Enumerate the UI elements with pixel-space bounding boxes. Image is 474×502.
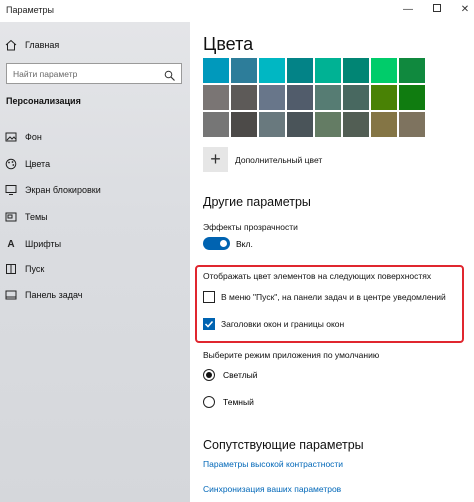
image-icon [5, 131, 17, 143]
swatch-row [203, 58, 425, 83]
sidebar-item-label: Панель задач [25, 290, 83, 300]
checkbox-box[interactable] [203, 291, 215, 303]
minimize-button[interactable]: — [401, 3, 415, 17]
color-swatch[interactable] [287, 58, 313, 83]
toggle-knob [220, 240, 227, 247]
font-icon: A [7, 238, 15, 250]
window-title: Параметры [6, 5, 54, 15]
color-swatch[interactable] [287, 85, 313, 110]
transparency-toggle[interactable]: Вкл. [203, 237, 253, 250]
start-icon [5, 263, 17, 275]
radio-label: Темный [223, 397, 254, 407]
app-mode-label: Выберите режим приложения по умолчанию [203, 350, 380, 360]
home-icon [5, 39, 17, 51]
color-swatch[interactable] [343, 85, 369, 110]
color-swatch[interactable] [231, 58, 257, 83]
sidebar-item-themes[interactable]: Темы [0, 206, 190, 228]
color-swatch[interactable] [371, 112, 397, 137]
color-swatch[interactable] [203, 85, 229, 110]
toggle-state-label: Вкл. [236, 238, 253, 249]
lock-screen-icon [5, 184, 17, 196]
color-swatch[interactable] [259, 112, 285, 137]
maximize-icon [433, 4, 441, 12]
radio-dark-mode[interactable]: Темный [203, 396, 254, 408]
radio-selected-dot [206, 372, 212, 378]
swatch-row [203, 112, 425, 137]
checkbox-title-bars[interactable]: Заголовки окон и границы окон [203, 318, 344, 330]
sidebar-item-home[interactable]: Главная [0, 34, 190, 56]
checkbox-box[interactable] [203, 318, 215, 330]
sidebar-section-title: Персонализация [6, 96, 81, 106]
radio-button[interactable] [203, 396, 215, 408]
color-swatch-grid [203, 58, 425, 139]
surfaces-label: Отображать цвет элементов на следующих п… [203, 271, 432, 281]
add-custom-color-button[interactable]: + Дополнительный цвет [203, 147, 322, 172]
swatch-row [203, 85, 425, 110]
sidebar-item-colors[interactable]: Цвета [0, 153, 190, 175]
sidebar-item-label: Шрифты [25, 239, 62, 249]
checkbox-start-taskbar[interactable]: В меню "Пуск", на панели задач и в центр… [203, 291, 446, 303]
sidebar-item-label: Экран блокировки [25, 185, 101, 195]
radio-label: Светлый [223, 370, 258, 380]
toggle-track [203, 237, 230, 250]
sidebar: Главная Найти параметр Персонализация Фо… [0, 22, 190, 502]
color-swatch[interactable] [399, 112, 425, 137]
checkbox-label: В меню "Пуск", на панели задач и в центр… [221, 292, 446, 302]
main-panel: Цвета + Дополнительный цвет Другие парам… [190, 22, 474, 502]
close-button[interactable]: ✕ [458, 3, 472, 17]
palette-icon [5, 158, 17, 170]
color-swatch[interactable] [343, 112, 369, 137]
sidebar-item-label: Фон [25, 132, 42, 142]
radio-button[interactable] [203, 369, 215, 381]
sidebar-item-label: Пуск [25, 264, 45, 274]
search-input[interactable]: Найти параметр [6, 63, 182, 84]
color-swatch[interactable] [399, 58, 425, 83]
checkbox-label: Заголовки окон и границы окон [221, 319, 345, 329]
other-params-heading: Другие параметры [203, 195, 311, 209]
color-swatch[interactable] [371, 85, 397, 110]
color-swatch[interactable] [371, 58, 397, 83]
checkmark-icon [204, 320, 214, 328]
sidebar-item-taskbar[interactable]: Панель задач [0, 284, 190, 306]
sidebar-item-label: Главная [25, 40, 60, 50]
radio-light-mode[interactable]: Светлый [203, 369, 258, 381]
color-swatch[interactable] [315, 85, 341, 110]
add-color-label: Дополнительный цвет [235, 154, 323, 165]
color-swatch[interactable] [231, 85, 257, 110]
sidebar-item-lock-screen[interactable]: Экран блокировки [0, 179, 190, 201]
sidebar-item-start[interactable]: Пуск [0, 258, 190, 280]
color-swatch[interactable] [315, 112, 341, 137]
taskbar-icon [5, 289, 17, 301]
transparency-label: Эффекты прозрачности [203, 222, 298, 232]
color-swatch[interactable] [231, 112, 257, 137]
search-icon [164, 68, 175, 81]
link-sync-settings[interactable]: Синхронизация ваших параметров [203, 484, 341, 494]
page-title: Цвета [203, 34, 254, 54]
sidebar-item-background[interactable]: Фон [0, 126, 190, 148]
color-swatch[interactable] [315, 58, 341, 83]
search-placeholder: Найти параметр [13, 69, 78, 79]
color-swatch[interactable] [203, 58, 229, 83]
color-swatch[interactable] [203, 112, 229, 137]
color-swatch[interactable] [259, 58, 285, 83]
plus-icon: + [203, 147, 228, 172]
color-swatch[interactable] [287, 112, 313, 137]
link-high-contrast[interactable]: Параметры высокой контрастности [203, 459, 343, 469]
related-params-heading: Сопутствующие параметры [203, 438, 364, 452]
sidebar-item-label: Темы [25, 212, 48, 222]
color-swatch[interactable] [399, 85, 425, 110]
sidebar-item-fonts[interactable]: A Шрифты [0, 233, 190, 255]
color-swatch[interactable] [259, 85, 285, 110]
color-swatch[interactable] [343, 58, 369, 83]
sidebar-item-label: Цвета [25, 159, 51, 169]
themes-icon [5, 211, 17, 223]
maximize-button[interactable] [430, 3, 444, 17]
title-bar: Параметры — ✕ [0, 0, 474, 22]
